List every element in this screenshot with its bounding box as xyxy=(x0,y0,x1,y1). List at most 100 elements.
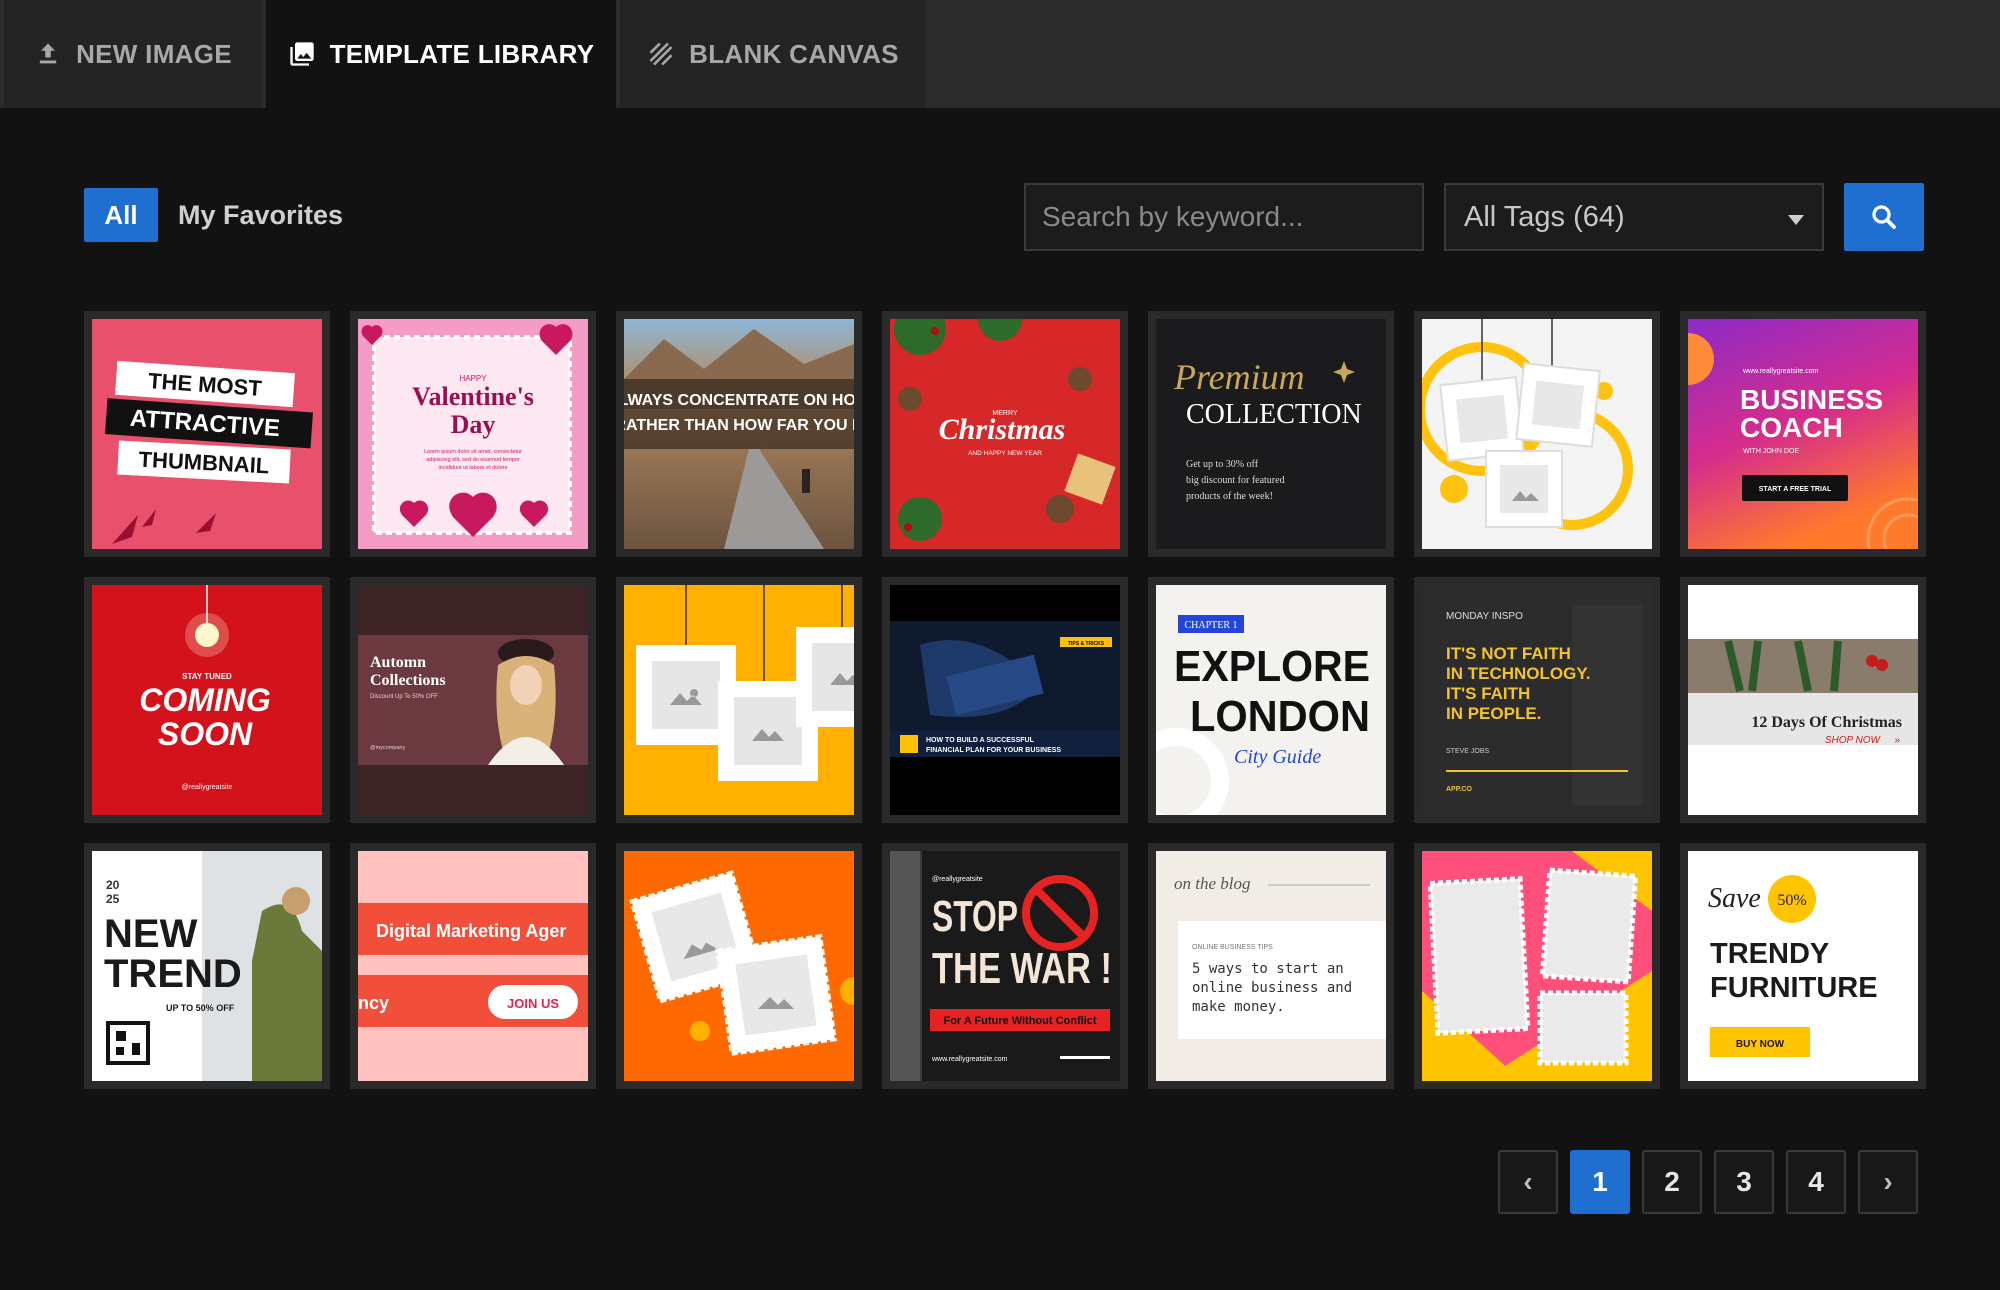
template-card[interactable]: MERRY Christmas AND HAPPY NEW YEAR xyxy=(882,311,1128,557)
template-thumbnail: Digital Marketing Ager ncy JOIN US xyxy=(358,851,588,1081)
template-text: APP.CO xyxy=(1446,786,1472,793)
template-thumbnail: Premium COLLECTION Get up to 30% off big… xyxy=(1156,319,1386,549)
template-text: AND HAPPY NEW YEAR xyxy=(968,450,1042,457)
template-thumbnail xyxy=(624,851,854,1081)
template-text: FINANCIAL PLAN FOR YOUR BUSINESS xyxy=(926,747,1061,754)
template-text: Christmas xyxy=(939,413,1066,446)
tab-template-library[interactable]: TEMPLATE LIBRARY xyxy=(266,0,616,108)
template-thumbnail: @reallygreatsite STOP THE WAR ! For A Fu… xyxy=(890,851,1120,1081)
tab-new-image[interactable]: NEW IMAGE xyxy=(4,0,262,108)
template-text: THE WAR ! xyxy=(932,944,1112,993)
template-text: online business and xyxy=(1192,980,1352,996)
template-card[interactable]: on the blog ONLINE BUSINESS TIPS 5 ways … xyxy=(1148,843,1394,1089)
template-text: FURNITURE xyxy=(1710,972,1878,1004)
pagination-page-button[interactable]: 3 xyxy=(1714,1150,1774,1214)
template-card[interactable]: MONDAY INSPO IT'S NOT FAITH IN TECHNOLOG… xyxy=(1414,577,1660,823)
template-text: HOW TO BUILD A SUCCESSFUL xyxy=(926,737,1035,744)
template-text: Save xyxy=(1708,883,1761,914)
template-text: ONLINE BUSINESS TIPS xyxy=(1192,944,1273,951)
tab-blank-canvas[interactable]: BLANK CANVAS xyxy=(620,0,926,108)
template-card[interactable] xyxy=(616,577,862,823)
search-input[interactable] xyxy=(1024,183,1424,251)
template-text: EXPLORE xyxy=(1174,642,1370,691)
template-card[interactable] xyxy=(1414,843,1660,1089)
pagination-prev-button[interactable]: ‹ xyxy=(1498,1150,1558,1214)
template-thumbnail xyxy=(1422,851,1652,1081)
template-card[interactable]: 12 Days Of Christmas SHOP NOW » xyxy=(1680,577,1926,823)
template-card[interactable]: STAY TUNED COMING SOON @reallygreatsite xyxy=(84,577,330,823)
tab-label: BLANK CANVAS xyxy=(689,38,899,69)
template-text: Discount Up To 50% OFF xyxy=(370,694,438,700)
template-text: STEVE JOBS xyxy=(1446,748,1490,755)
template-text: City Guide xyxy=(1234,746,1321,768)
template-thumbnail: 20 25 NEW TREND UP TO 50% OFF xyxy=(92,851,322,1081)
template-text: Get up to 30% off xyxy=(1186,459,1259,470)
template-text: COLLECTION xyxy=(1186,399,1362,430)
template-text: adipiscing elit, sed do eiusmod tempor xyxy=(426,457,520,463)
template-card[interactable]: Premium COLLECTION Get up to 30% off big… xyxy=(1148,311,1394,557)
template-text: big discount for featured xyxy=(1186,475,1285,486)
template-card[interactable]: HAPPY Valentine's Day Lorem ipsum dolor … xyxy=(350,311,596,557)
template-text: www.reallygreatsite.com xyxy=(931,1056,1008,1063)
search-button[interactable] xyxy=(1844,183,1924,251)
template-card[interactable]: ALWAYS CONCENTRATE ON HOW RATHER THAN HO… xyxy=(616,311,862,557)
template-thumbnail: Save 50% TRENDY FURNITURE BUY NOW xyxy=(1688,851,1918,1081)
template-card[interactable]: THE MOST ATTRACTIVE THUMBNAIL xyxy=(84,311,330,557)
chevron-left-icon: ‹ xyxy=(1523,1166,1533,1197)
template-text: IN TECHNOLOGY. xyxy=(1446,664,1591,683)
hatch-icon xyxy=(647,40,675,68)
template-text: TIPS & TRICKS xyxy=(1068,641,1105,647)
template-card[interactable]: CHAPTER 1 EXPLORE LONDON City Guide xyxy=(1148,577,1394,823)
filter-favorites-button[interactable]: My Favorites xyxy=(178,188,343,242)
template-text: SHOP NOW xyxy=(1825,735,1882,746)
template-card[interactable]: Automn Collections Discount Up To 50% OF… xyxy=(350,577,596,823)
search-icon xyxy=(1872,205,1896,229)
template-text: 25 xyxy=(106,892,120,906)
template-text: CHAPTER 1 xyxy=(1184,620,1237,631)
template-card[interactable]: @reallygreatsite STOP THE WAR ! For A Fu… xyxy=(882,843,1128,1089)
template-thumbnail: 12 Days Of Christmas SHOP NOW » xyxy=(1688,585,1918,815)
filter-all-button[interactable]: All xyxy=(84,188,158,242)
template-card[interactable]: Digital Marketing Ager ncy JOIN US xyxy=(350,843,596,1089)
tab-label: NEW IMAGE xyxy=(76,38,232,69)
template-text: 50% xyxy=(1777,892,1806,909)
template-text: RATHER THAN HOW FAR YOU H xyxy=(624,417,854,434)
tags-dropdown-value: All Tags (64) xyxy=(1464,200,1625,233)
template-text: START A FREE TRIAL xyxy=(1759,486,1832,493)
template-card[interactable]: Save 50% TRENDY FURNITURE BUY NOW xyxy=(1680,843,1926,1089)
pagination-next-button[interactable]: › xyxy=(1858,1150,1918,1214)
template-card[interactable]: www.reallygreatsite.com BUSINESS COACH W… xyxy=(1680,311,1926,557)
template-text: @reallygreatsite xyxy=(182,784,233,791)
tab-bar: NEW IMAGE TEMPLATE LIBRARY BLANK CANVAS xyxy=(0,0,2000,108)
tags-dropdown[interactable]: All Tags (64) xyxy=(1444,183,1824,251)
template-thumbnail: CHAPTER 1 EXPLORE LONDON City Guide xyxy=(1156,585,1386,815)
template-thumbnail: HAPPY Valentine's Day Lorem ipsum dolor … xyxy=(358,319,588,549)
app-window: NEW IMAGE TEMPLATE LIBRARY BLANK CANVAS … xyxy=(0,0,2000,1290)
template-text: STOP xyxy=(932,892,1018,941)
template-card[interactable] xyxy=(616,843,862,1089)
template-card[interactable]: 20 25 NEW TREND UP TO 50% OFF xyxy=(84,843,330,1089)
template-text: Day xyxy=(451,410,496,439)
template-text: TRENDY xyxy=(1710,938,1829,970)
template-text: Digital Marketing Ager xyxy=(376,921,566,941)
template-text: products of the week! xyxy=(1186,491,1273,502)
pagination-page-button[interactable]: 4 xyxy=(1786,1150,1846,1214)
svg-text:»: » xyxy=(1894,735,1900,746)
template-card[interactable]: TIPS & TRICKS HOW TO BUILD A SUCCESSFUL … xyxy=(882,577,1128,823)
template-thumbnail: ALWAYS CONCENTRATE ON HOW RATHER THAN HO… xyxy=(624,319,854,549)
image-library-icon xyxy=(288,40,316,68)
template-text: make money. xyxy=(1192,999,1285,1015)
template-text: STAY TUNED xyxy=(182,672,232,681)
template-text: incididunt ut labore et dolore xyxy=(438,465,507,471)
template-card[interactable] xyxy=(1414,311,1660,557)
template-text: IT'S FAITH xyxy=(1446,684,1530,703)
template-text: @reallygreatsite xyxy=(932,876,983,883)
template-text: 20 xyxy=(106,878,120,892)
template-text: TREND xyxy=(104,952,242,996)
pagination-page-button[interactable]: 2 xyxy=(1642,1150,1702,1214)
template-text: 12 Days Of Christmas xyxy=(1751,714,1902,731)
template-text: BUSINESS xyxy=(1740,384,1883,415)
template-text: SOON xyxy=(158,716,253,752)
pagination-page-button[interactable]: 1 xyxy=(1570,1150,1630,1214)
template-text: UP TO 50% OFF xyxy=(166,1003,235,1013)
